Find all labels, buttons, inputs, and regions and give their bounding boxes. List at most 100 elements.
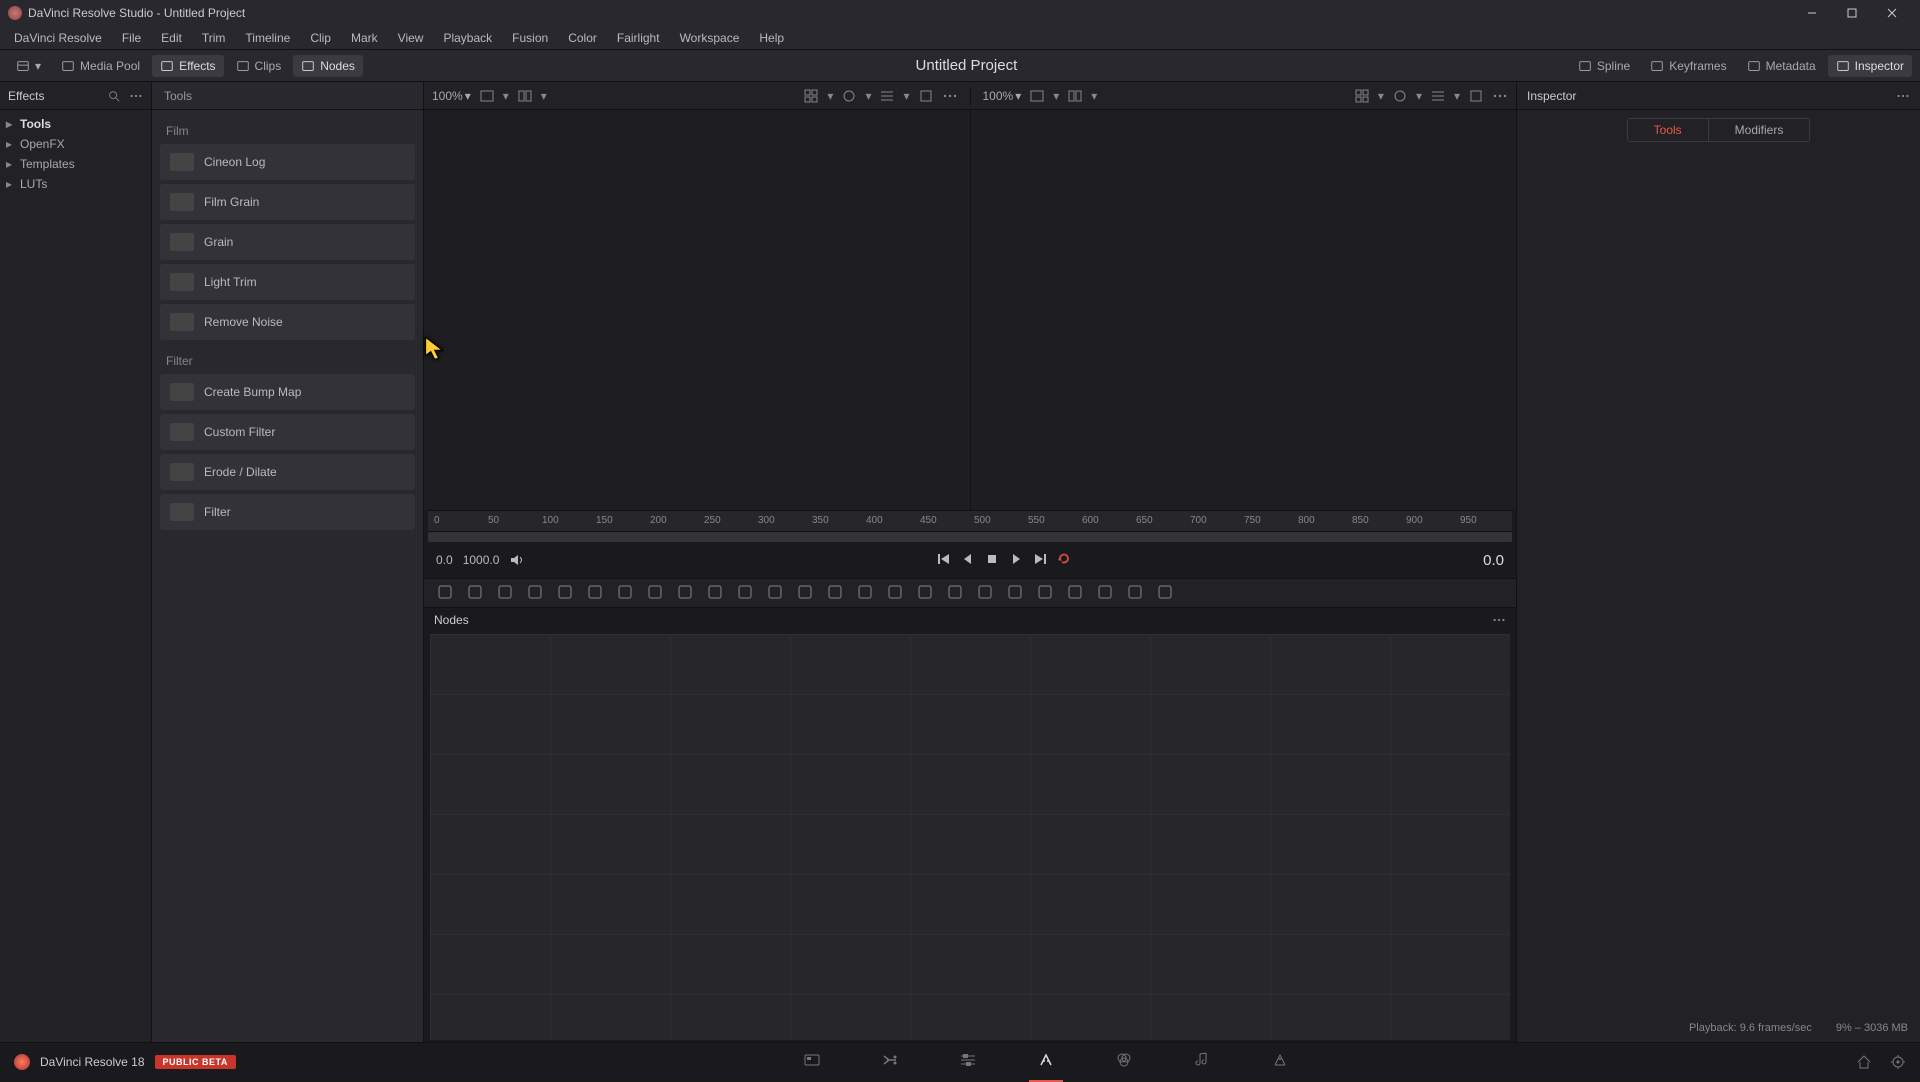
polyline-tool-icon[interactable] xyxy=(616,583,634,604)
tool-film-grain[interactable]: Film Grain xyxy=(160,184,415,220)
settings-icon[interactable] xyxy=(1468,88,1484,104)
deliver-page-icon[interactable] xyxy=(1271,1051,1289,1072)
options-icon[interactable] xyxy=(1492,613,1506,627)
home-icon[interactable] xyxy=(1856,1054,1872,1070)
layout-icon[interactable] xyxy=(1067,88,1083,104)
metadata-button[interactable]: Metadata xyxy=(1739,55,1824,77)
mediapool-button[interactable]: Media Pool xyxy=(53,55,148,77)
menu-clip[interactable]: Clip xyxy=(300,28,341,48)
fit-icon[interactable] xyxy=(479,88,495,104)
merge-tool-icon[interactable] xyxy=(466,583,484,604)
inspector-button[interactable]: Inspector xyxy=(1828,55,1912,77)
minimize-button[interactable] xyxy=(1792,0,1832,26)
menu-help[interactable]: Help xyxy=(749,28,794,48)
viewer-right-pane[interactable] xyxy=(971,110,1517,510)
loader-tool-icon[interactable] xyxy=(766,583,784,604)
search-icon[interactable] xyxy=(107,89,121,103)
drop-tool-icon[interactable] xyxy=(676,583,694,604)
tree-item-tools[interactable]: ▸Tools xyxy=(0,114,151,134)
project-settings-icon[interactable] xyxy=(1890,1054,1906,1070)
stop-button[interactable] xyxy=(985,552,999,569)
mask-tool-icon[interactable] xyxy=(586,583,604,604)
menu-davinciresolve[interactable]: DaVinci Resolve xyxy=(4,28,112,48)
first-frame-button[interactable] xyxy=(937,552,951,569)
background-tool-icon[interactable] xyxy=(436,583,454,604)
guides-icon[interactable] xyxy=(879,88,895,104)
range-end[interactable]: 1000.0 xyxy=(463,553,500,567)
settings-icon[interactable] xyxy=(918,88,934,104)
loop-button[interactable] xyxy=(1057,552,1071,569)
paint-tool-icon[interactable] xyxy=(526,583,544,604)
camera-tool-icon[interactable] xyxy=(1036,583,1054,604)
tool-custom-filter[interactable]: Custom Filter xyxy=(160,414,415,450)
tool-filter[interactable]: Filter xyxy=(160,494,415,530)
fairlight-page-icon[interactable] xyxy=(1193,1051,1211,1072)
nodes-button[interactable]: Nodes xyxy=(293,55,363,77)
menu-workspace[interactable]: Workspace xyxy=(670,28,750,48)
rende3d-tool-icon[interactable] xyxy=(1126,583,1144,604)
timeline-ruler[interactable]: 0501001502002503003504004505005506006507… xyxy=(428,510,1512,532)
menu-fusion[interactable]: Fusion xyxy=(502,28,558,48)
prev-frame-button[interactable] xyxy=(961,552,975,569)
menu-timeline[interactable]: Timeline xyxy=(235,28,300,48)
prender-tool-icon[interactable] xyxy=(1006,583,1024,604)
inspector-tab-modifiers[interactable]: Modifiers xyxy=(1709,118,1811,142)
cut-page-icon[interactable] xyxy=(881,1051,899,1072)
menu-fairlight[interactable]: Fairlight xyxy=(607,28,670,48)
viewer-right-zoom[interactable]: 100%▾ xyxy=(983,89,1022,103)
bspline-tool-icon[interactable] xyxy=(916,583,934,604)
current-time[interactable]: 0.0 xyxy=(1483,552,1504,569)
color-icon[interactable] xyxy=(841,88,857,104)
grid-icon[interactable] xyxy=(803,88,819,104)
nodes-canvas[interactable] xyxy=(430,634,1510,1040)
menu-playback[interactable]: Playback xyxy=(433,28,502,48)
speaker-icon[interactable] xyxy=(509,552,525,568)
tool-grain[interactable]: Grain xyxy=(160,224,415,260)
play-button[interactable] xyxy=(1009,552,1023,569)
tool-cineon-log[interactable]: Cineon Log xyxy=(160,144,415,180)
timeline-scrollbar[interactable] xyxy=(428,532,1512,542)
fog-tool-icon[interactable] xyxy=(1156,583,1174,604)
options-icon[interactable] xyxy=(1492,88,1508,104)
guides-icon[interactable] xyxy=(1430,88,1446,104)
polygon-tool-icon[interactable] xyxy=(886,583,904,604)
keyframes-button[interactable]: Keyframes xyxy=(1642,55,1734,77)
options-icon[interactable] xyxy=(942,88,958,104)
fusion-page-icon[interactable] xyxy=(1037,1051,1055,1072)
menu-trim[interactable]: Trim xyxy=(192,28,236,48)
color-icon[interactable] xyxy=(1392,88,1408,104)
spline-button[interactable]: Spline xyxy=(1570,55,1638,77)
menu-color[interactable]: Color xyxy=(558,28,607,48)
grid-icon[interactable] xyxy=(1354,88,1370,104)
tree-item-templates[interactable]: ▸Templates xyxy=(0,154,151,174)
viewer-left-pane[interactable] xyxy=(424,110,971,510)
tool-create-bump-map[interactable]: Create Bump Map xyxy=(160,374,415,410)
menu-file[interactable]: File xyxy=(112,28,151,48)
media-page-icon[interactable] xyxy=(803,1051,821,1072)
options-icon[interactable] xyxy=(129,89,143,103)
pemit-tool-icon[interactable] xyxy=(976,583,994,604)
last-frame-button[interactable] xyxy=(1033,552,1047,569)
mediaout-tool-icon[interactable] xyxy=(736,583,754,604)
close-button[interactable] xyxy=(1872,0,1912,26)
inspector-tab-tools[interactable]: Tools xyxy=(1627,118,1709,142)
tracker-tool-icon[interactable] xyxy=(556,583,574,604)
ellipse-tool-icon[interactable] xyxy=(856,583,874,604)
menu-mark[interactable]: Mark xyxy=(341,28,388,48)
fit-icon[interactable] xyxy=(1029,88,1045,104)
layout-icon[interactable] xyxy=(517,88,533,104)
viewer-left-zoom[interactable]: 100%▾ xyxy=(432,89,471,103)
maximize-button[interactable] xyxy=(1832,0,1872,26)
text-tool-icon[interactable] xyxy=(496,583,514,604)
particles-tool-icon[interactable] xyxy=(946,583,964,604)
range-start[interactable]: 0.0 xyxy=(436,553,453,567)
tool-remove-noise[interactable]: Remove Noise xyxy=(160,304,415,340)
dropdown-button[interactable]: ▾ xyxy=(8,55,49,77)
menu-view[interactable]: View xyxy=(388,28,434,48)
mediain-tool-icon[interactable] xyxy=(706,583,724,604)
edit-page-icon[interactable] xyxy=(959,1051,977,1072)
shape3d-tool-icon[interactable] xyxy=(1096,583,1114,604)
tool-erode-dilate[interactable]: Erode / Dilate xyxy=(160,454,415,490)
tree-item-luts[interactable]: ▸LUTs xyxy=(0,174,151,194)
saver-tool-icon[interactable] xyxy=(796,583,814,604)
